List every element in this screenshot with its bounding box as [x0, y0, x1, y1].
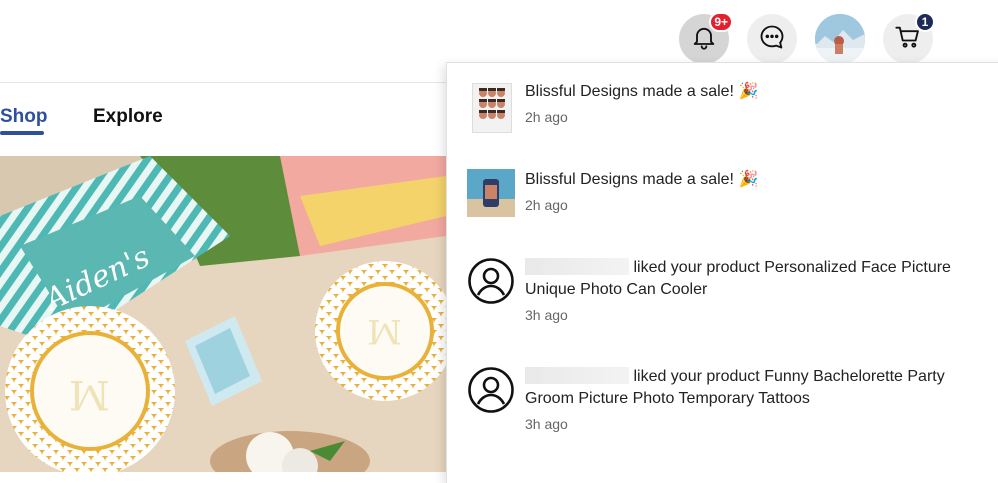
- tab-shop[interactable]: Shop: [0, 106, 48, 128]
- hero-banner-image[interactable]: Aiden's M M: [0, 156, 446, 472]
- notification-item[interactable]: liked your product Personalized Face Pic…: [447, 257, 998, 347]
- notifications-dropdown: Blissful Designs made a sale! 🎉 2h ago B…: [446, 62, 998, 483]
- party-emoji: 🎉: [738, 171, 759, 188]
- redacted-username: [525, 258, 629, 275]
- user-icon: [467, 257, 515, 305]
- notification-message: Blissful Designs made a sale!: [525, 83, 734, 100]
- party-emoji: 🎉: [738, 83, 759, 100]
- redacted-username: [525, 367, 629, 384]
- svg-text:M: M: [367, 311, 402, 351]
- svg-text:M: M: [69, 371, 110, 417]
- tab-explore[interactable]: Explore: [93, 106, 163, 128]
- product-thumbnail: [467, 169, 515, 217]
- product-thumbnail: [472, 83, 512, 133]
- notification-time: 3h ago: [525, 307, 568, 323]
- notifications-badge: 9+: [709, 12, 733, 32]
- user-icon: [467, 366, 515, 414]
- cart-button[interactable]: 1: [883, 12, 935, 64]
- notification-item[interactable]: Blissful Designs made a sale! 🎉 2h ago: [447, 167, 998, 237]
- notification-item[interactable]: liked your product Funny Bachelorette Pa…: [447, 366, 998, 456]
- notification-message: Blissful Designs made a sale!: [525, 171, 734, 188]
- avatar[interactable]: [815, 14, 865, 64]
- notification-item[interactable]: Blissful Designs made a sale! 🎉 2h ago: [447, 79, 998, 149]
- notification-time: 2h ago: [525, 109, 568, 125]
- cart-badge: 1: [915, 12, 935, 32]
- notifications-button[interactable]: 9+: [679, 12, 733, 64]
- notification-time: 2h ago: [525, 197, 568, 213]
- chat-icon: [758, 23, 786, 56]
- notification-time: 3h ago: [525, 416, 568, 432]
- messages-button[interactable]: [747, 14, 797, 64]
- active-tab-indicator: [0, 131, 44, 135]
